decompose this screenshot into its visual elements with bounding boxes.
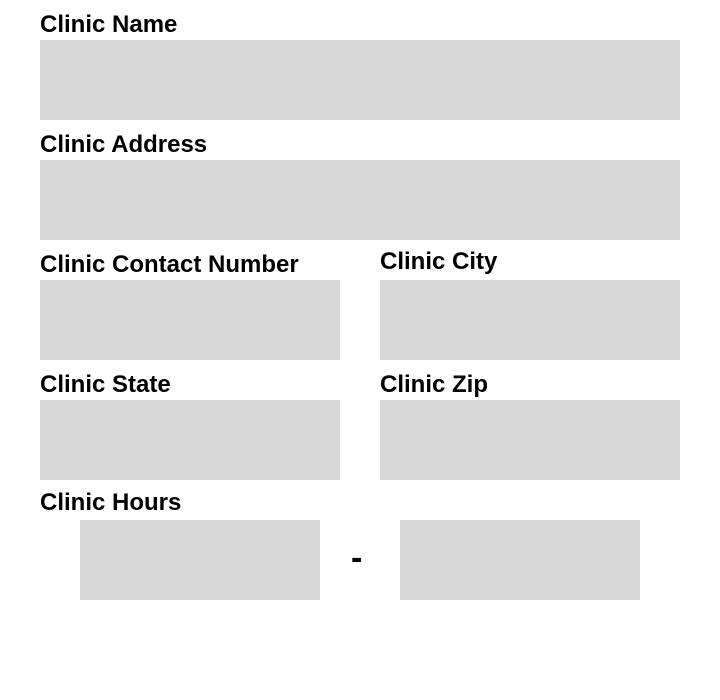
clinic-hours-open-input[interactable] xyxy=(80,520,320,600)
clinic-address-label: Clinic Address xyxy=(40,131,208,158)
clinic-zip-input[interactable] xyxy=(380,400,680,480)
clinic-hours-separator: - xyxy=(351,539,363,577)
clinic-name-label: Clinic Name xyxy=(40,11,178,38)
clinic-state-label: Clinic State xyxy=(40,371,171,398)
clinic-state-input[interactable] xyxy=(40,400,340,480)
clinic-city-input[interactable] xyxy=(380,280,680,360)
clinic-contact-number-input[interactable] xyxy=(40,280,340,360)
clinic-zip-label: Clinic Zip xyxy=(380,371,488,398)
clinic-hours-close-input[interactable] xyxy=(400,520,640,600)
clinic-address-input[interactable] xyxy=(40,160,680,240)
clinic-hours-label: Clinic Hours xyxy=(40,489,182,516)
clinic-city-label: Clinic City xyxy=(380,248,498,275)
clinic-contact-number-label: Clinic Contact Number xyxy=(40,251,299,278)
clinic-name-input[interactable] xyxy=(40,40,680,120)
